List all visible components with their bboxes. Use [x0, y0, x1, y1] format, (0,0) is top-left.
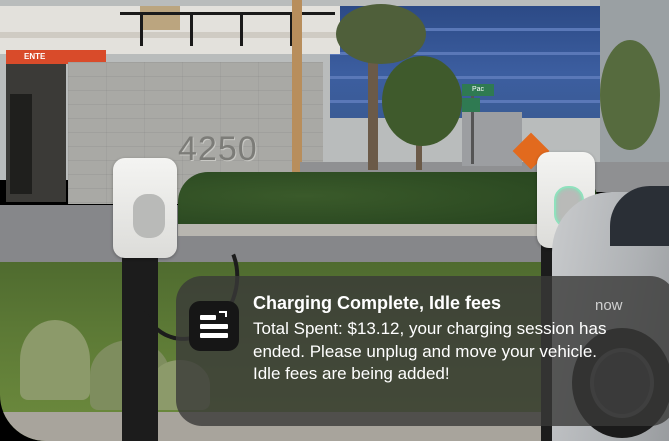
charging-app-icon — [189, 301, 239, 351]
notification-title: Charging Complete, Idle fees — [253, 293, 502, 313]
building-entrance — [6, 64, 66, 202]
notification-body: Total Spent: $13.12, your charging sessi… — [253, 319, 607, 383]
street-sign: Pac — [462, 84, 494, 96]
curb — [178, 224, 558, 236]
balcony-railing — [120, 12, 335, 49]
wooden-pole — [292, 0, 302, 180]
notification-time: now — [595, 297, 623, 314]
building-address: 4250 — [178, 130, 258, 168]
hedge — [178, 172, 598, 232]
